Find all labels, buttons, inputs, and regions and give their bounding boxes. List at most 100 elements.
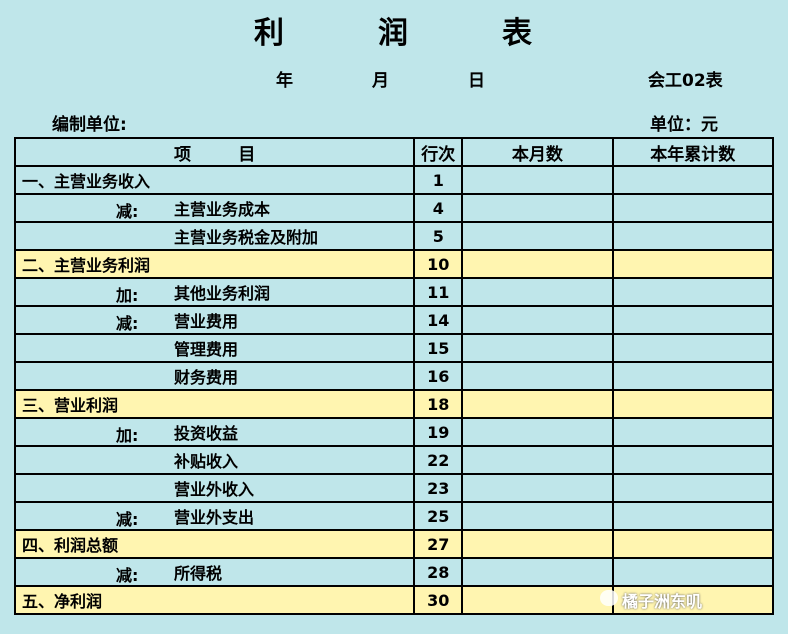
row-label: 管理费用: [174, 340, 239, 359]
row-item: 三、营业利润: [13, 389, 416, 419]
row-label: 二、主营业务利润: [22, 256, 151, 275]
row-month-value[interactable]: [461, 557, 614, 587]
row-line-number: 25: [413, 501, 464, 531]
row-line-number: 11: [413, 277, 464, 307]
row-year-value[interactable]: [611, 417, 775, 447]
table-row: 减: 营业费用 14: [13, 305, 775, 335]
row-item: 四、利润总额: [13, 529, 416, 559]
row-prefix: 减:: [116, 510, 139, 529]
row-item: 减: 营业外支出: [13, 501, 416, 531]
row-month-value[interactable]: [461, 445, 614, 475]
row-line-number: 1: [413, 165, 464, 195]
form-code: 会工02表: [648, 71, 723, 91]
row-month-value[interactable]: [461, 529, 614, 559]
row-label: 五、净利润: [22, 592, 103, 611]
row-item: 二、主营业务利润: [13, 249, 416, 279]
row-month-value[interactable]: [461, 417, 614, 447]
date-day: 日: [468, 71, 485, 91]
date-year: 年: [276, 71, 293, 91]
row-item: 主营业务税金及附加: [13, 221, 416, 251]
row-line-number: 22: [413, 445, 464, 475]
header-item: 项 目: [13, 137, 416, 167]
header-year: 本年累计数: [611, 137, 775, 167]
table-row: 营业外收入 23: [13, 473, 775, 503]
wechat-icon: [600, 590, 618, 606]
row-year-value[interactable]: [611, 277, 775, 307]
row-label: 其他业务利润: [174, 284, 271, 303]
row-item: 加: 其他业务利润: [13, 277, 416, 307]
row-month-value[interactable]: [461, 193, 614, 223]
table-row: 主营业务税金及附加 5: [13, 221, 775, 251]
org-label: 编制单位:: [52, 115, 127, 135]
row-year-value[interactable]: [611, 193, 775, 223]
row-year-value[interactable]: [611, 501, 775, 531]
row-year-value[interactable]: [611, 221, 775, 251]
table-row: 加: 投资收益 19: [13, 417, 775, 447]
row-label: 营业外收入: [174, 480, 255, 499]
row-year-value[interactable]: [611, 557, 775, 587]
header-month: 本月数: [461, 137, 614, 167]
row-month-value[interactable]: [461, 249, 614, 279]
row-line-number: 19: [413, 417, 464, 447]
row-year-value[interactable]: [611, 529, 775, 559]
row-month-value[interactable]: [461, 501, 614, 531]
row-month-value[interactable]: [461, 277, 614, 307]
table-row: 一、主营业务收入 1: [13, 165, 775, 195]
row-year-value[interactable]: [611, 473, 775, 503]
row-month-value[interactable]: [461, 585, 614, 615]
row-year-value[interactable]: [611, 389, 775, 419]
row-prefix: 加:: [116, 286, 139, 305]
row-item: 减: 主营业务成本: [13, 193, 416, 223]
row-month-value[interactable]: [461, 165, 614, 195]
income-statement-table: 项 目 行次 本月数 本年累计数 一、主营业务收入 1 减: 主营业务成本 4 主营业务税…: [13, 137, 775, 615]
row-year-value[interactable]: [611, 249, 775, 279]
table-header-row: 项 目 行次 本月数 本年累计数: [13, 137, 775, 167]
row-label: 补贴收入: [174, 452, 239, 471]
row-label: 四、利润总额: [22, 536, 119, 555]
table-row: 加: 其他业务利润 11: [13, 277, 775, 307]
row-line-number: 27: [413, 529, 464, 559]
row-prefix: 减:: [116, 314, 139, 333]
row-month-value[interactable]: [461, 221, 614, 251]
row-month-value[interactable]: [461, 389, 614, 419]
row-item: 补贴收入: [13, 445, 416, 475]
row-line-number: 14: [413, 305, 464, 335]
row-line-number: 15: [413, 333, 464, 363]
row-item: 加: 投资收益: [13, 417, 416, 447]
row-label: 主营业务税金及附加: [174, 228, 319, 247]
row-line-number: 4: [413, 193, 464, 223]
unit-bar: 编制单位: 单位：元: [0, 110, 788, 135]
title-char-1: 利: [254, 16, 286, 51]
table-row: 减: 主营业务成本 4: [13, 193, 775, 223]
row-label: 主营业务成本: [174, 200, 271, 219]
row-month-value[interactable]: [461, 473, 614, 503]
row-line-number: 18: [413, 389, 464, 419]
table-row: 四、利润总额 27: [13, 529, 775, 559]
page-title: 利润表: [0, 8, 788, 52]
unit-label: 单位：元: [650, 115, 718, 135]
row-item: 减: 所得税: [13, 557, 416, 587]
row-line-number: 10: [413, 249, 464, 279]
table-body: 一、主营业务收入 1 减: 主营业务成本 4 主营业务税金及附加 5 二、主营业务利润 10 加:…: [13, 165, 775, 615]
row-year-value[interactable]: [611, 165, 775, 195]
header-line: 行次: [413, 137, 464, 167]
row-year-value[interactable]: [611, 445, 775, 475]
row-item: 管理费用: [13, 333, 416, 363]
date-bar: 年 月 日 会工02表: [0, 66, 788, 92]
row-label: 财务费用: [174, 368, 239, 387]
watermark: 橘子洲东叽: [622, 592, 703, 611]
row-year-value[interactable]: [611, 361, 775, 391]
table-row: 补贴收入 22: [13, 445, 775, 475]
row-month-value[interactable]: [461, 333, 614, 363]
row-month-value[interactable]: [461, 361, 614, 391]
row-item: 财务费用: [13, 361, 416, 391]
row-month-value[interactable]: [461, 305, 614, 335]
row-line-number: 30: [413, 585, 464, 615]
row-year-value[interactable]: [611, 333, 775, 363]
date-month: 月: [372, 71, 389, 91]
row-year-value[interactable]: [611, 305, 775, 335]
table-row: 管理费用 15: [13, 333, 775, 363]
table-row: 二、主营业务利润 10: [13, 249, 775, 279]
row-line-number: 28: [413, 557, 464, 587]
row-item: 一、主营业务收入: [13, 165, 416, 195]
